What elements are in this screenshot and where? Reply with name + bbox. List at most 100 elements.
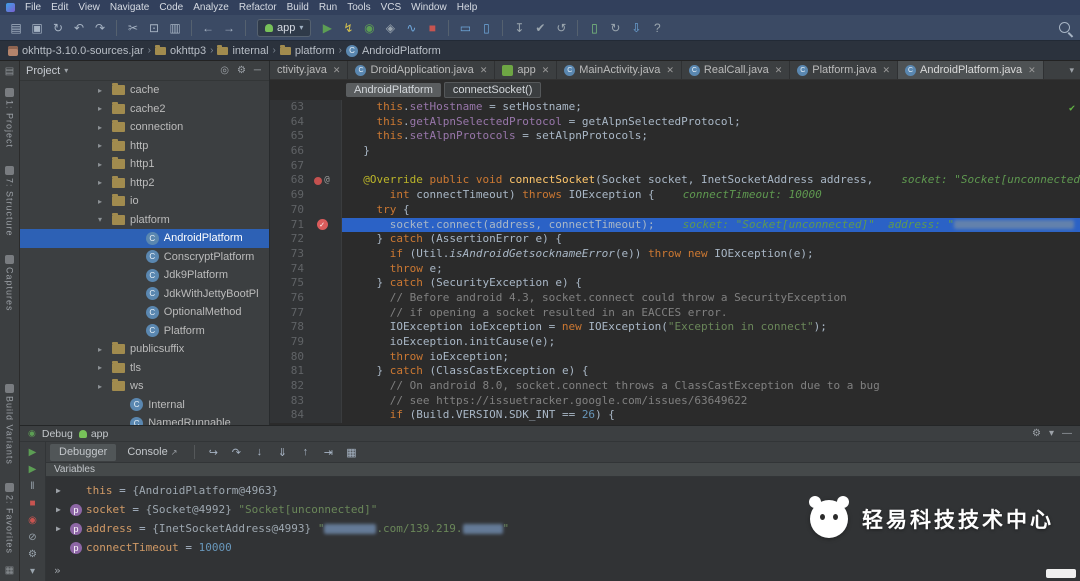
back-icon[interactable]: ←: [198, 19, 218, 37]
profiler-button[interactable]: ∿: [401, 19, 421, 37]
tree-item-conscryptplatform[interactable]: C ConscryptPlatform: [20, 248, 269, 267]
collapse-arrow-icon[interactable]: ▾: [98, 215, 112, 224]
breadcrumb-class-chip[interactable]: AndroidPlatform: [346, 83, 441, 97]
tool-button-7-structure[interactable]: 7: Structure: [5, 166, 15, 237]
code-line-84[interactable]: 84 if (Build.VERSION.SDK_INT == 26) {: [270, 408, 1080, 424]
pin-tab-icon[interactable]: ▾: [23, 563, 43, 579]
editor-tab-ctivity-java[interactable]: ctivity.java ✕: [270, 61, 349, 79]
menu-item-build[interactable]: Build: [282, 2, 314, 13]
tree-item-tls[interactable]: ▸ tls: [20, 359, 269, 378]
hidden-tabs-icon[interactable]: ▾: [1063, 61, 1080, 79]
vcs-update-icon[interactable]: ↧: [509, 19, 529, 37]
apply-changes-icon[interactable]: ↯: [338, 19, 358, 37]
mute-breakpoints-icon[interactable]: ⊘: [23, 529, 43, 545]
debug-settings-icon[interactable]: ⚙: [23, 546, 43, 562]
close-tab-icon[interactable]: ✕: [542, 65, 550, 76]
tree-item-cache2[interactable]: ▸ cache2: [20, 100, 269, 119]
expand-arrow-icon[interactable]: ▸: [98, 141, 112, 150]
stripe-menu-icon[interactable]: ▤: [5, 66, 14, 77]
stop-button[interactable]: ■: [422, 19, 442, 37]
expand-arrow-icon[interactable]: ▸: [98, 382, 112, 391]
close-tab-icon[interactable]: ✕: [1028, 65, 1036, 76]
tool-button-1-project[interactable]: 1: Project: [5, 88, 15, 148]
vcs-commit-icon[interactable]: ✔: [530, 19, 550, 37]
code-line-78[interactable]: 78 IOException ioException = new IOExcep…: [270, 320, 1080, 335]
breadcrumb-okhttp3[interactable]: okhttp3: [155, 44, 206, 57]
code-line-81[interactable]: 81 } catch (ClassCastException e) {: [270, 364, 1080, 380]
project-panel-title[interactable]: Project: [26, 65, 60, 77]
tree-item-http1[interactable]: ▸ http1: [20, 155, 269, 174]
debug-tab-debugger[interactable]: Debugger: [50, 443, 117, 461]
breadcrumb-internal[interactable]: internal: [217, 44, 269, 57]
breadcrumb-androidplatform[interactable]: C AndroidPlatform: [345, 44, 441, 57]
tree-item-platform[interactable]: ▾ platform: [20, 211, 269, 230]
expand-arrow-icon[interactable]: ▸: [98, 345, 112, 354]
inspection-ok-icon[interactable]: ✔: [1069, 102, 1075, 117]
project-settings-icon[interactable]: ⚙: [235, 65, 248, 76]
search-everywhere-icon[interactable]: [1059, 22, 1070, 33]
code-line-70[interactable]: 70 try {: [270, 202, 1080, 218]
menu-item-window[interactable]: Window: [406, 2, 452, 13]
device-monitor-icon[interactable]: ▭: [455, 19, 475, 37]
redo-icon[interactable]: ↷: [90, 19, 110, 37]
open-icon[interactable]: ▤: [6, 19, 26, 37]
expand-arrow-icon[interactable]: ▸: [98, 104, 112, 113]
editor-tab-mainactivity-java[interactable]: C MainActivity.java ✕: [557, 61, 682, 79]
step-out-icon[interactable]: ↑: [295, 444, 315, 460]
copy-icon[interactable]: ⊡: [144, 19, 164, 37]
code-line-77[interactable]: 77 // if opening a socket resulted in an…: [270, 305, 1080, 321]
expand-arrow-icon[interactable]: ▸: [98, 178, 112, 187]
code-line-82[interactable]: 82 // On android 8.0, socket.connect thr…: [270, 379, 1080, 394]
tree-item-namedrunnable[interactable]: C NamedRunnable: [20, 414, 269, 425]
code-line-71[interactable]: 71 ✓ socket.connect(address, connectTimeo…: [270, 217, 1080, 233]
tree-item-androidplatform[interactable]: C AndroidPlatform: [20, 229, 269, 248]
show-execution-point-icon[interactable]: ↪: [203, 444, 223, 460]
force-step-into-icon[interactable]: ⇓: [272, 444, 292, 460]
tree-item-http2[interactable]: ▸ http2: [20, 174, 269, 193]
menu-item-edit[interactable]: Edit: [46, 2, 73, 13]
tree-item-cache[interactable]: ▸ cache: [20, 81, 269, 100]
menu-item-code[interactable]: Code: [154, 2, 188, 13]
hide-debug-panel-icon[interactable]: —: [1062, 428, 1072, 439]
avd-manager-icon[interactable]: ▯: [584, 19, 604, 37]
step-over-icon[interactable]: ↷: [226, 444, 246, 460]
code-line-66[interactable]: 66 }: [270, 144, 1080, 159]
expand-arrow-icon[interactable]: ▸: [98, 197, 112, 206]
code-line-73[interactable]: 73 if (Util.isAndroidGetsocknameError(e)…: [270, 246, 1080, 262]
undo-icon[interactable]: ↶: [69, 19, 89, 37]
code-line-64[interactable]: 64 this.getAlpnSelectedProtocol = getAlp…: [270, 114, 1080, 130]
tree-item-jdkwithjettybootpl[interactable]: C JdkWithJettyBootPl: [20, 285, 269, 304]
expand-arrow-icon[interactable]: ▶: [56, 486, 66, 495]
tree-item-connection[interactable]: ▸ connection: [20, 118, 269, 137]
help-icon[interactable]: ?: [647, 19, 667, 37]
paste-icon[interactable]: ▥: [165, 19, 185, 37]
code-line-76[interactable]: 76 // Before android 4.3, socket.connect…: [270, 290, 1080, 306]
vcs-revert-icon[interactable]: ↺: [551, 19, 571, 37]
run-button[interactable]: ▶: [317, 19, 337, 37]
editor-tab-realcall-java[interactable]: C RealCall.java ✕: [681, 61, 791, 79]
locate-file-icon[interactable]: ◎: [218, 65, 231, 76]
tool-button-build-variants[interactable]: Build Variants: [5, 384, 15, 465]
code-line-65[interactable]: 65 this.setAlpnProtocols = setAlpnProtoc…: [270, 129, 1080, 145]
rerun-button[interactable]: ▶: [23, 444, 43, 460]
breadcrumb-method-chip[interactable]: connectSocket(): [443, 82, 542, 98]
tree-item-publicsuffix[interactable]: ▸ publicsuffix: [20, 340, 269, 359]
menu-item-run[interactable]: Run: [314, 2, 342, 13]
save-all-icon[interactable]: ▣: [27, 19, 47, 37]
chevron-down-icon[interactable]: ▾: [64, 66, 68, 75]
tree-item-io[interactable]: ▸ io: [20, 192, 269, 211]
variable-this[interactable]: ▶ this = {AndroidPlatform@4963}: [46, 481, 1080, 500]
debug-button[interactable]: ◉: [359, 19, 379, 37]
editor-tab-platform-java[interactable]: C Platform.java ✕: [790, 61, 899, 79]
variable-address[interactable]: ▶ p address = {InetSocketAddress@4993} " .c…: [46, 519, 1080, 538]
layout-inspector-icon[interactable]: ▯: [476, 19, 496, 37]
debug-tab-console[interactable]: Console ↗: [118, 444, 186, 461]
breakpoint-icon[interactable]: ✓: [316, 219, 328, 231]
stop-debug-button[interactable]: ■: [23, 495, 43, 511]
expand-arrow-icon[interactable]: ▸: [98, 123, 112, 132]
step-into-icon[interactable]: ↓: [249, 444, 269, 460]
expand-arrow-icon[interactable]: ▸: [98, 363, 112, 372]
expand-arrow-icon[interactable]: ▸: [98, 160, 112, 169]
code-line-75[interactable]: 75 } catch (SecurityException e) {: [270, 276, 1080, 291]
sdk-manager-icon[interactable]: ⇩: [626, 19, 646, 37]
